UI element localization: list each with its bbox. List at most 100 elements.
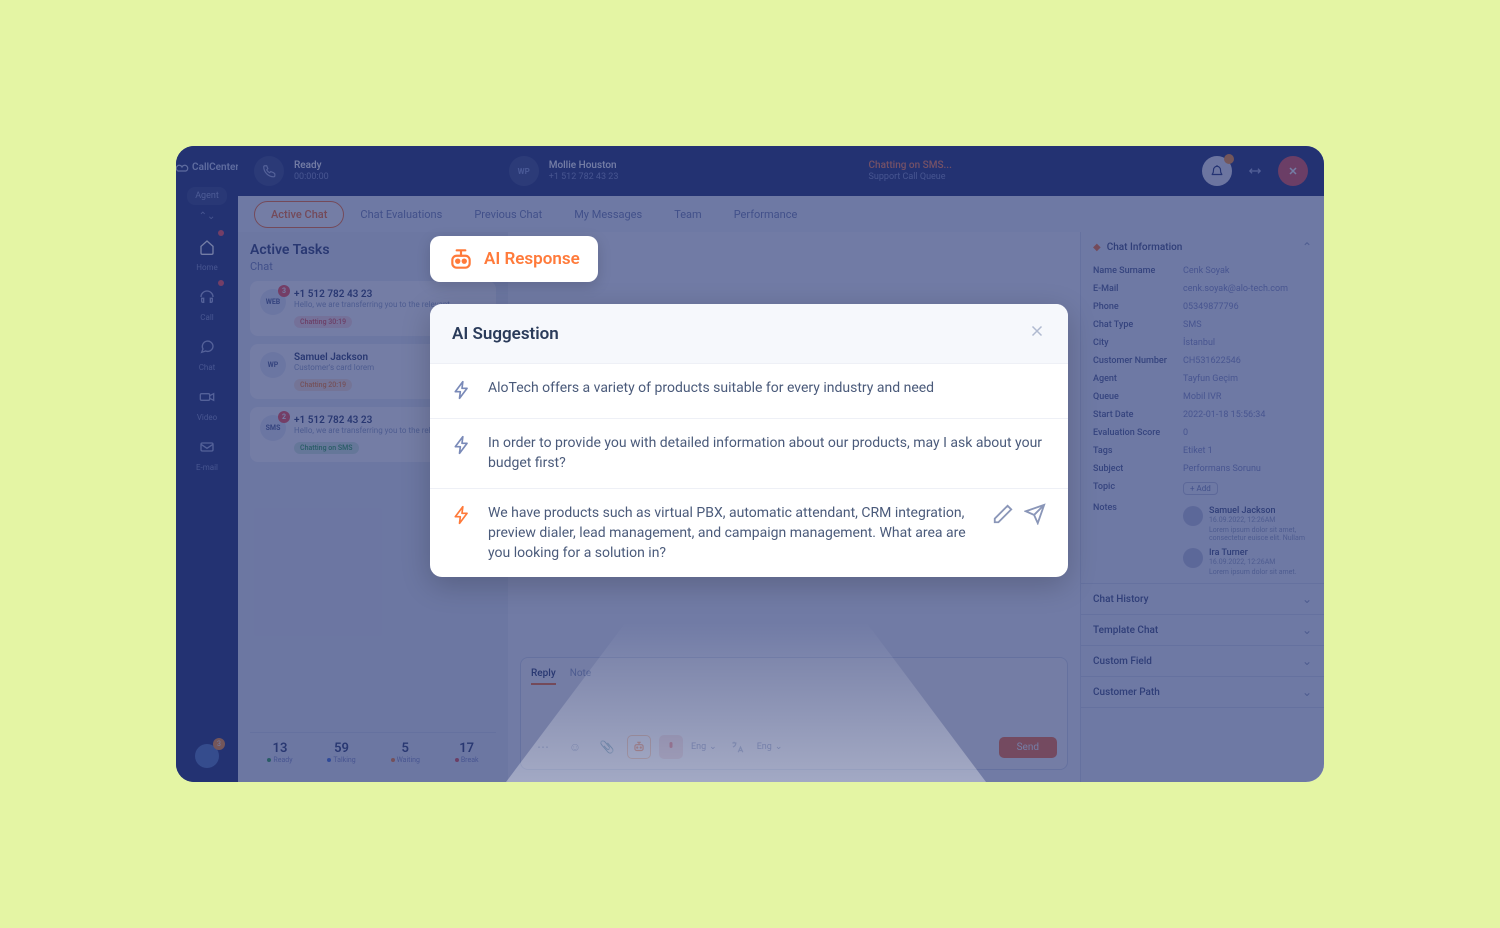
ai-label-text: AI Response [484, 249, 580, 269]
ai-suggestion-text: We have products such as virtual PBX, au… [488, 503, 976, 564]
close-button[interactable] [1278, 156, 1308, 186]
tab-messages[interactable]: My Messages [558, 202, 658, 227]
info-row: Name SurnameCenk Soyak [1081, 262, 1324, 280]
ai-suggestion-popup: AI Suggestion AloTech offers a variety o… [430, 304, 1068, 577]
stat-item: 17 Break [455, 741, 479, 764]
nav-video-label: Video [197, 413, 217, 422]
tasks-sub: Chat [250, 260, 273, 273]
left-rail: CallCenter Agent ⌃⌄ Home Call Chat Video… [176, 146, 238, 782]
emoji-icon[interactable]: ☺ [563, 735, 587, 759]
more-icon[interactable]: ⋯ [531, 735, 555, 759]
tab-previous[interactable]: Previous Chat [458, 202, 558, 227]
translate-icon[interactable] [725, 735, 749, 759]
call-status-main: Chatting on SMS... [869, 160, 952, 172]
nav-chat-label: Chat [199, 363, 216, 372]
section-toggle[interactable]: Customer Path⌄ [1081, 677, 1324, 707]
notification-button[interactable] [1202, 156, 1232, 186]
send-button[interactable]: Send [999, 737, 1057, 758]
info-row: TagsEtiket 1 [1081, 442, 1324, 460]
nav-call[interactable] [192, 282, 222, 312]
mic-icon[interactable] [659, 735, 683, 759]
info-row: AgentTayfun Geçim [1081, 370, 1324, 388]
call-status: Chatting on SMS... Support Call Queue [869, 160, 952, 183]
note-item: Samuel Jackson 16.09.2022, 12:26AM Lorem… [1183, 503, 1312, 545]
info-panel: ◆ Chat Information ⌃ Name SurnameCenk So… [1080, 232, 1324, 782]
nav-home[interactable] [192, 232, 222, 262]
attach-icon[interactable]: 📎 [595, 735, 619, 759]
chevron-down-icon: ⌄ [1302, 592, 1312, 606]
note-item: Ira Turner 16.09.2022, 12:26AM Lorem ips… [1183, 545, 1312, 579]
contact-phone: +1 512 782 43 23 [549, 172, 619, 183]
chevron-up-icon: ⌃ [1302, 240, 1312, 254]
stat-item: 13 Ready [267, 741, 292, 764]
call-status-sub: Support Call Queue [869, 172, 952, 183]
brand-logo: CallCenter [176, 162, 239, 173]
bolt-icon [452, 435, 472, 459]
channel-icon: WP [260, 352, 286, 378]
nav-chat[interactable] [192, 332, 222, 362]
section-toggle[interactable]: Template Chat⌄ [1081, 615, 1324, 645]
stat-item: 5 Waiting [391, 741, 420, 764]
info-row: Phone05349877796 [1081, 298, 1324, 316]
rail-avatar[interactable]: 3 [195, 744, 219, 768]
info-header[interactable]: ◆ Chat Information ⌃ [1081, 232, 1324, 262]
section-toggle[interactable]: Custom Field⌄ [1081, 646, 1324, 676]
ai-suggestion-text: In order to provide you with detailed in… [488, 433, 1046, 474]
nav-home-label: Home [196, 263, 218, 272]
info-row: SubjectPerformans Sorunu [1081, 460, 1324, 478]
task-title: +1 512 782 43 23 [294, 289, 486, 300]
ai-popup-title: AI Suggestion [452, 324, 559, 344]
section-toggle[interactable]: Chat History⌄ [1081, 584, 1324, 614]
channel-icon: SMS2 [260, 415, 286, 441]
task-status: Chatting on SMS [294, 442, 359, 454]
task-status: Chatting 30:19 [294, 316, 352, 328]
tabs-row: Active Chat Chat Evaluations Previous Ch… [238, 196, 1324, 232]
info-notes-label: Notes [1093, 503, 1183, 513]
chevron-down-icon: ⌄ [1302, 654, 1312, 668]
info-row: QueueMobil IVR [1081, 388, 1324, 406]
nav-email-label: E-mail [196, 463, 218, 472]
reply-tab-reply[interactable]: Reply [531, 668, 556, 685]
info-row: Cityİstanbul [1081, 334, 1324, 352]
lang-select-2[interactable]: Eng ⌄ [757, 742, 783, 752]
send-icon[interactable] [1024, 503, 1046, 525]
contact-block: WP Mollie Houston +1 512 782 43 23 [509, 156, 619, 186]
transfer-button[interactable] [1240, 156, 1270, 186]
ai-suggestion-text: AloTech offers a variety of products sui… [488, 378, 1046, 398]
close-icon[interactable] [1028, 322, 1046, 345]
top-actions [1202, 156, 1308, 186]
ai-suggestion-item[interactable]: We have products such as virtual PBX, au… [430, 488, 1068, 578]
add-topic-button[interactable]: + Add [1183, 482, 1218, 495]
contact-avatar: WP [509, 156, 539, 186]
contact-name: Mollie Houston [549, 160, 619, 172]
reply-tab-note[interactable]: Note [570, 668, 591, 685]
tab-team[interactable]: Team [658, 202, 718, 227]
tab-performance[interactable]: Performance [718, 202, 814, 227]
bolt-icon [452, 380, 472, 404]
phone-icon [254, 156, 284, 186]
stat-item: 59 Talking [327, 741, 355, 764]
channel-icon: WEB3 [260, 289, 286, 315]
nav-email[interactable] [192, 432, 222, 462]
chevron-down-icon: ⌄ [1302, 685, 1312, 699]
info-row: Evaluation Score0 [1081, 424, 1324, 442]
status-timer: 00:00:00 [294, 172, 329, 183]
lang-select-1[interactable]: Eng ⌄ [691, 742, 717, 752]
status-ready: Ready [294, 160, 329, 172]
chevron-down-icon: ⌄ [1302, 623, 1312, 637]
nav-call-label: Call [200, 313, 213, 322]
ai-response-label: AI Response [430, 236, 598, 282]
tab-active-chat[interactable]: Active Chat [254, 201, 344, 228]
ai-button[interactable] [627, 735, 651, 759]
agent-pill[interactable]: Agent [187, 187, 227, 205]
agent-status: Ready 00:00:00 [254, 156, 329, 186]
ai-suggestion-item[interactable]: AloTech offers a variety of products sui… [430, 363, 1068, 418]
reply-area: Reply Note ⋯ ☺ 📎 Eng ⌄ [520, 657, 1068, 770]
nav-video[interactable] [192, 382, 222, 412]
info-row: Start Date2022-01-18 15:56:34 [1081, 406, 1324, 424]
edit-icon[interactable] [992, 503, 1014, 525]
ai-suggestion-item[interactable]: In order to provide you with detailed in… [430, 418, 1068, 488]
tasks-stats: 13 Ready 59 Talking 5 Waiting 17 Break [250, 732, 496, 772]
tab-evaluations[interactable]: Chat Evaluations [344, 202, 458, 227]
info-row: Customer NumberCH531622546 [1081, 352, 1324, 370]
